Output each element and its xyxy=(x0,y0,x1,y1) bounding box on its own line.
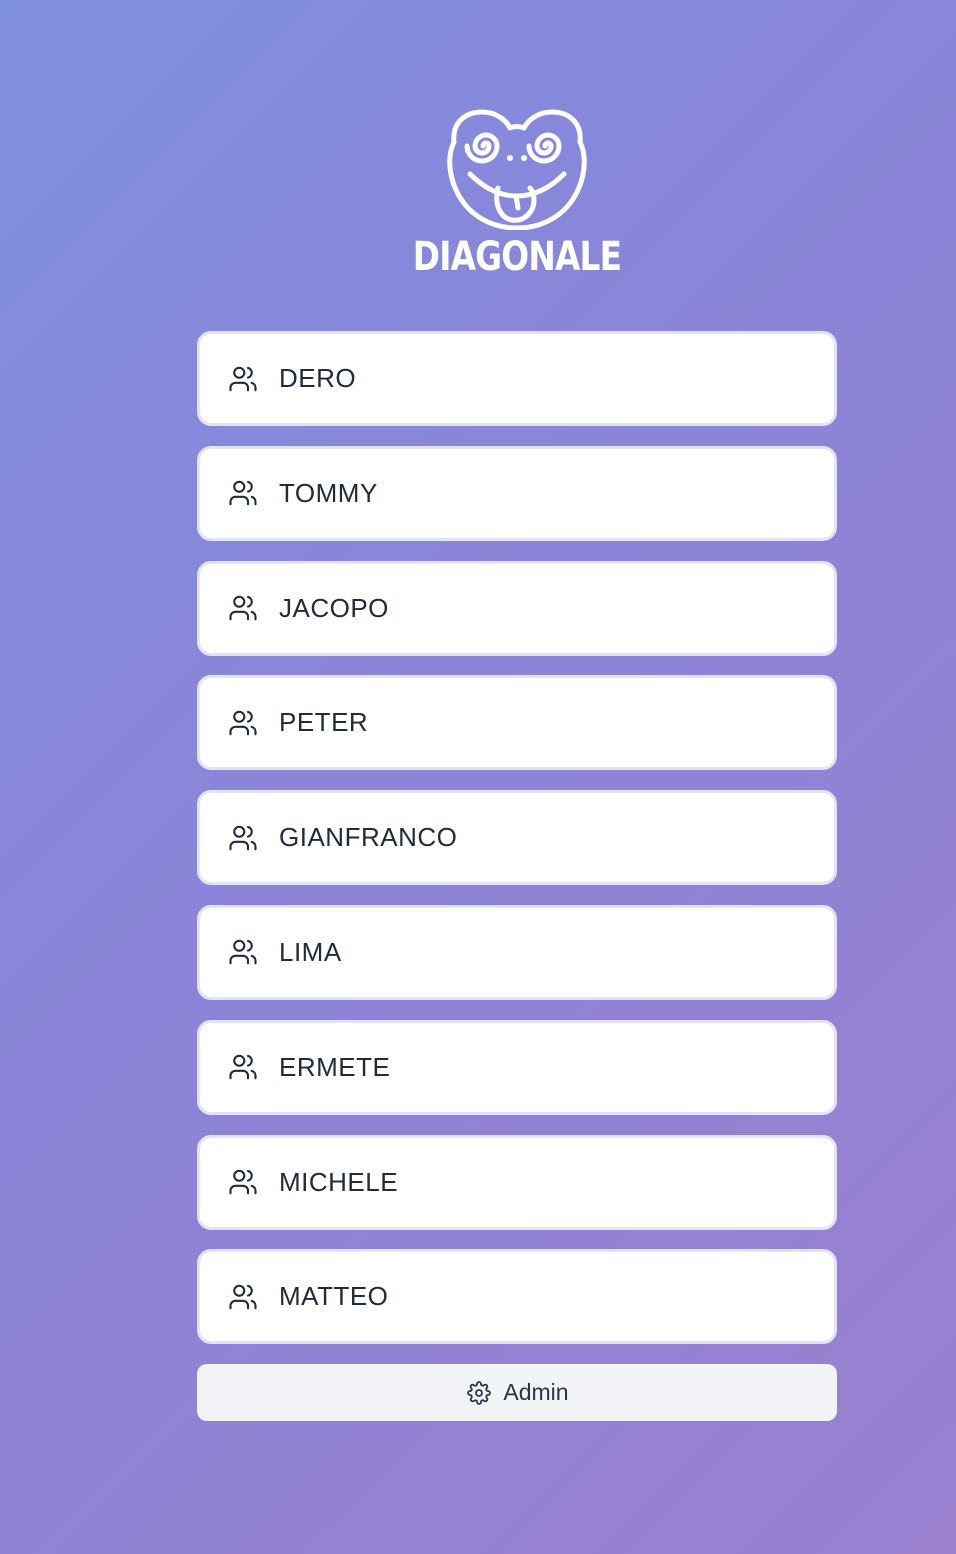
users-icon xyxy=(227,477,259,509)
user-button-matteo[interactable]: MATTEO xyxy=(197,1249,837,1345)
users-icon xyxy=(227,592,259,624)
user-button-tommy[interactable]: TOMMY xyxy=(197,445,837,541)
user-button-gianfranco[interactable]: GIANFRANCO xyxy=(197,790,837,886)
user-label: PETER xyxy=(279,707,369,738)
users-icon xyxy=(227,1051,259,1083)
user-button-dero[interactable]: DERO xyxy=(197,331,837,426)
user-label: MATTEO xyxy=(279,1281,389,1312)
admin-button[interactable]: Admin xyxy=(197,1364,837,1421)
user-label: GIANFRANCO xyxy=(279,822,458,853)
user-label: JACOPO xyxy=(279,592,389,623)
users-icon xyxy=(227,1281,259,1313)
users-icon xyxy=(227,936,259,968)
users-icon xyxy=(227,1166,259,1198)
user-list: DERO TOMMY JACOPO PETER GIANFRANCO LIMA xyxy=(197,331,837,1364)
logo-wordmark: DIAGONALE xyxy=(412,234,622,280)
admin-label: Admin xyxy=(503,1379,569,1405)
user-button-peter[interactable]: PETER xyxy=(197,675,837,771)
user-label: TOMMY xyxy=(279,477,378,508)
logo: DIAGONALE xyxy=(0,104,956,284)
user-label: MICHELE xyxy=(279,1166,399,1197)
user-button-michele[interactable]: MICHELE xyxy=(197,1134,837,1230)
user-label: LIMA xyxy=(279,936,342,967)
frog-face-logo xyxy=(447,109,587,230)
user-button-lima[interactable]: LIMA xyxy=(197,904,837,1000)
user-label: DERO xyxy=(279,363,357,393)
gear-icon xyxy=(465,1379,493,1407)
users-icon xyxy=(227,363,259,395)
user-button-jacopo[interactable]: JACOPO xyxy=(197,560,837,656)
user-button-ermete[interactable]: ERMETE xyxy=(197,1019,837,1115)
users-icon xyxy=(227,707,259,739)
users-icon xyxy=(227,822,259,854)
user-label: ERMETE xyxy=(279,1051,391,1082)
